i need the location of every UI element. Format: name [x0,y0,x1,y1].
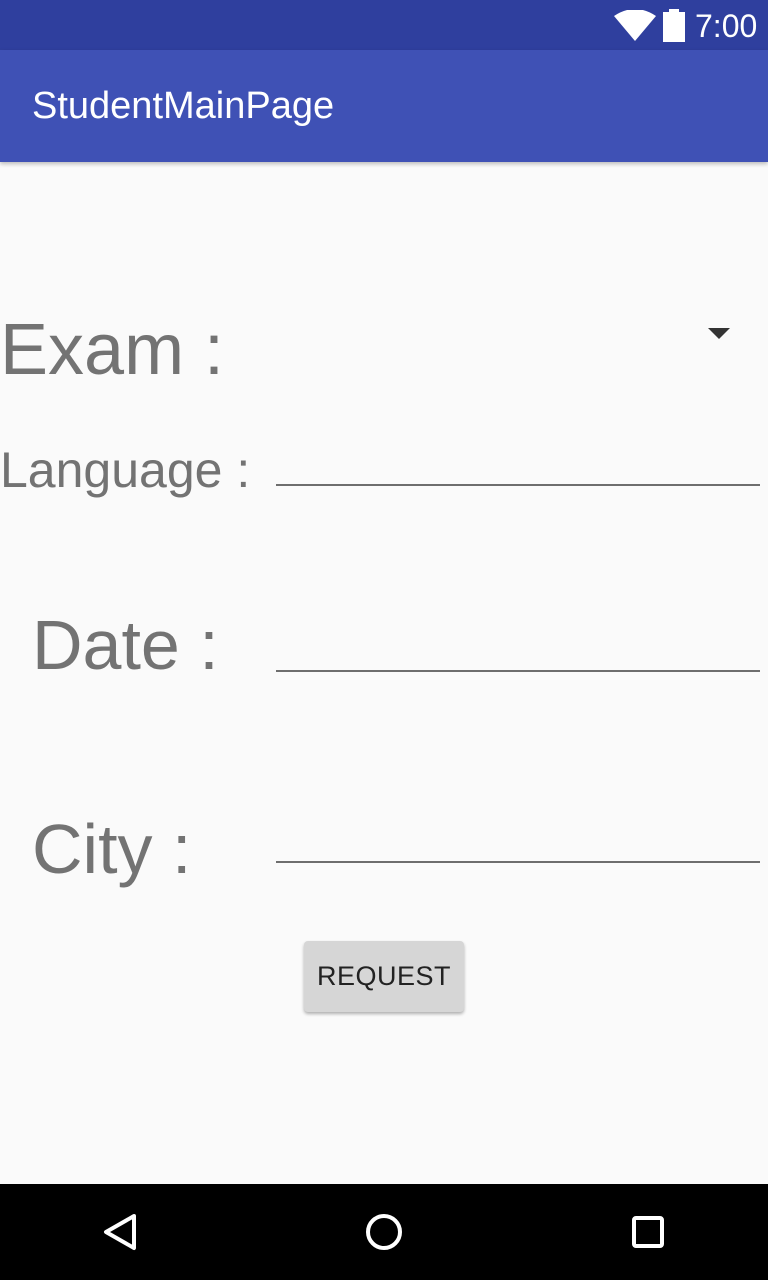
student-main-page-screen: 7:00 StudentMainPage Exam : Language : D… [0,0,768,1280]
navigation-bar [0,1184,768,1280]
city-label: City : [32,810,192,888]
language-label: Language : [0,442,251,498]
dropdown-arrow-icon [708,328,730,339]
home-icon[interactable] [362,1210,406,1254]
back-icon[interactable] [98,1210,142,1254]
status-time: 7:00 [695,8,758,44]
battery-icon [663,9,685,42]
status-bar: 7:00 [0,0,768,50]
request-button[interactable]: REQUEST [304,941,464,1012]
date-label: Date : [32,606,219,684]
app-title: StudentMainPage [32,85,335,127]
app-bar: StudentMainPage [0,50,768,162]
exam-label: Exam : [0,310,225,390]
language-input[interactable] [276,438,760,486]
wifi-icon [614,10,656,41]
recents-icon[interactable] [626,1210,670,1254]
date-input[interactable] [276,624,760,672]
city-input[interactable] [276,815,760,863]
exam-spinner[interactable] [276,300,756,364]
